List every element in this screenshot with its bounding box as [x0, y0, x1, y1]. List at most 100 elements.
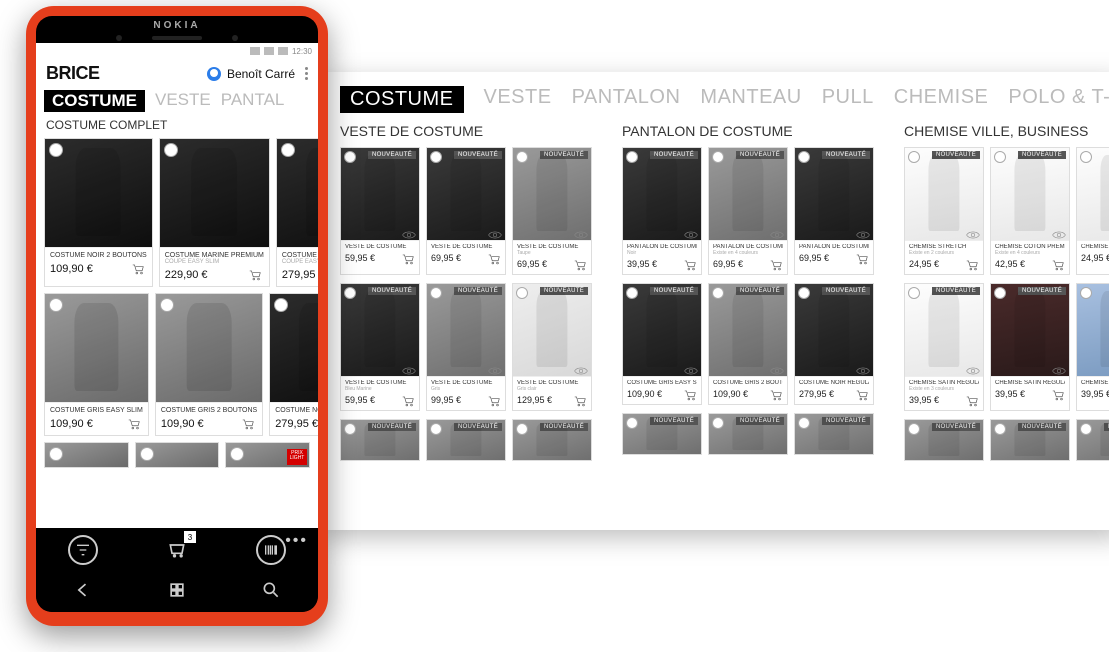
tab-costume[interactable]: COSTUME [340, 86, 464, 113]
preview-icon[interactable] [488, 363, 502, 373]
add-to-cart-icon[interactable] [573, 394, 587, 406]
product-card[interactable]: NOUVEAUTÉCHEMISE SATIN REGULARExiste en … [904, 283, 984, 411]
expand-icon[interactable] [626, 287, 638, 299]
product-card[interactable]: NOUVEAUTÉCOSTUME NOIR REGULAR279,95 € [794, 283, 874, 405]
add-to-cart-icon[interactable] [855, 252, 869, 264]
product-card[interactable] [44, 442, 129, 468]
preview-icon[interactable] [770, 227, 784, 237]
preview-icon[interactable] [684, 363, 698, 373]
expand-icon[interactable] [160, 298, 174, 312]
expand-icon[interactable] [430, 287, 442, 299]
expand-icon[interactable] [344, 151, 356, 163]
product-card[interactable]: COSTUME NOIR 2 BOUTONS109,90 € [44, 138, 153, 287]
product-card[interactable]: COSTUME MARINE PREMIUMCOUPE EASY SLIM229… [159, 138, 270, 287]
product-card[interactable]: COSTUME NOIR REGULAR279,95 € [269, 293, 318, 436]
add-to-cart-icon[interactable] [769, 258, 783, 270]
preview-icon[interactable] [966, 363, 980, 373]
preview-icon[interactable] [574, 363, 588, 373]
tab-pull[interactable]: PULL [822, 86, 874, 113]
tab-chemise[interactable]: CHEMISE [894, 86, 989, 113]
product-card[interactable]: COSTUME GRIS EASY SLIM109,90 € [44, 293, 149, 436]
expand-icon[interactable] [798, 151, 810, 163]
product-card[interactable]: CHEMISE S24,95 € [1076, 147, 1109, 275]
expand-icon[interactable] [430, 151, 442, 163]
add-to-cart-icon[interactable] [248, 268, 264, 282]
expand-icon[interactable] [994, 151, 1006, 163]
add-to-cart-icon[interactable] [1051, 258, 1065, 270]
product-card[interactable]: NOUVEAUTÉ [426, 419, 506, 461]
preview-icon[interactable] [966, 227, 980, 237]
preview-icon[interactable] [488, 227, 502, 237]
product-card[interactable]: NOUVEAUTÉCOSTUME GRIS EASY SLIM109,90 € [622, 283, 702, 405]
add-to-cart-icon[interactable] [241, 417, 257, 431]
preview-icon[interactable] [770, 363, 784, 373]
expand-icon[interactable] [164, 143, 178, 157]
product-card[interactable]: PRIX LIGHT [225, 442, 310, 468]
add-to-cart-icon[interactable] [487, 394, 501, 406]
expand-icon[interactable] [516, 151, 528, 163]
add-to-cart-icon[interactable] [965, 394, 979, 406]
product-card[interactable]: NOUVEAUTÉ [1076, 419, 1109, 461]
add-to-cart-icon[interactable] [855, 388, 869, 400]
product-card[interactable]: NOUVEAUTÉVESTE DE COSTUMETaupe69,95 € [512, 147, 592, 275]
product-card[interactable]: NOUVEAUTÉ [708, 413, 788, 455]
tab-manteau[interactable]: MANTEAU [700, 86, 801, 113]
add-to-cart-icon[interactable] [769, 388, 783, 400]
expand-icon[interactable] [281, 143, 295, 157]
expand-icon[interactable] [626, 151, 638, 163]
expand-icon[interactable] [798, 287, 810, 299]
add-to-cart-icon[interactable] [573, 258, 587, 270]
product-card[interactable]: NOUVEAUTÉ [990, 419, 1070, 461]
tab-polo-t-shirt[interactable]: POLO & T-SHIRT [1008, 86, 1109, 113]
add-to-cart-icon[interactable] [965, 258, 979, 270]
home-button[interactable] [167, 580, 187, 605]
preview-icon[interactable] [684, 227, 698, 237]
product-card[interactable]: COSTUME GRIS 2 BOUTONS109,90 € [155, 293, 263, 436]
product-card[interactable] [135, 442, 220, 468]
product-card[interactable]: NOUVEAUTÉVESTE DE COSTUMEBleu Marine59,9… [340, 283, 420, 411]
tab-veste[interactable]: VESTE [155, 90, 211, 112]
product-card[interactable]: NOUVEAUTÉCOSTUME GRIS 2 BOUTONS109,90 € [708, 283, 788, 405]
barcode-button[interactable] [256, 535, 286, 565]
add-to-cart-icon[interactable] [401, 394, 415, 406]
preview-icon[interactable] [402, 363, 416, 373]
product-card[interactable]: NOUVEAUTÉCHEMISE SATIN REGULAR39,95 € [990, 283, 1070, 411]
user-account[interactable]: Benoît Carré [207, 67, 308, 81]
tab-pantalon[interactable]: PANTALON [572, 86, 681, 113]
add-to-cart-icon[interactable] [683, 258, 697, 270]
product-card[interactable]: NOUVEAUTÉVESTE DE COSTUMEGris clair129,9… [512, 283, 592, 411]
preview-icon[interactable] [856, 363, 870, 373]
product-card[interactable]: NOUVEAUTÉ [904, 419, 984, 461]
product-card[interactable]: NOUVEAUTÉVESTE DE COSTUME69,95 € [426, 147, 506, 275]
tab-costume[interactable]: COSTUME [44, 90, 145, 112]
tab-pantal[interactable]: PANTAL [221, 90, 285, 112]
tab-veste[interactable]: VESTE [484, 86, 552, 113]
more-icon[interactable] [305, 67, 308, 80]
product-card[interactable]: NOUVEAUTÉVESTE DE COSTUME59,95 € [340, 147, 420, 275]
preview-icon[interactable] [574, 227, 588, 237]
product-card[interactable]: NOUVEAUTÉ [794, 413, 874, 455]
filter-button[interactable] [68, 535, 98, 565]
back-button[interactable] [73, 580, 93, 605]
add-to-cart-icon[interactable] [1051, 388, 1065, 400]
product-card[interactable]: NOUVEAUTÉCHEMISE COTON PREMIUMExiste en … [990, 147, 1070, 275]
preview-icon[interactable] [856, 227, 870, 237]
preview-icon[interactable] [1052, 227, 1066, 237]
product-card[interactable]: NOUVEAUTÉ [622, 413, 702, 455]
expand-icon[interactable] [516, 287, 528, 299]
product-card[interactable]: NOUVEAUTÉ [340, 419, 420, 461]
expand-icon[interactable] [49, 298, 63, 312]
brand-logo[interactable]: BRICE [46, 63, 100, 84]
add-to-cart-icon[interactable] [683, 388, 697, 400]
preview-icon[interactable] [402, 227, 416, 237]
product-card[interactable]: COSTUME NOIR PREMIUMCOUPE EASY SLIM279,9… [276, 138, 318, 287]
add-to-cart-icon[interactable] [131, 262, 147, 276]
expand-icon[interactable] [1080, 151, 1092, 163]
product-card[interactable]: NOUVEAUTÉPANTALON DE COSTUME69,95 € [794, 147, 874, 275]
product-card[interactable]: NOUVEAUTÉ [512, 419, 592, 461]
expand-icon[interactable] [712, 151, 724, 163]
search-button[interactable] [261, 580, 281, 605]
expand-icon[interactable] [908, 287, 920, 299]
add-to-cart-icon[interactable] [401, 252, 415, 264]
appbar-more[interactable]: ••• [285, 532, 308, 550]
